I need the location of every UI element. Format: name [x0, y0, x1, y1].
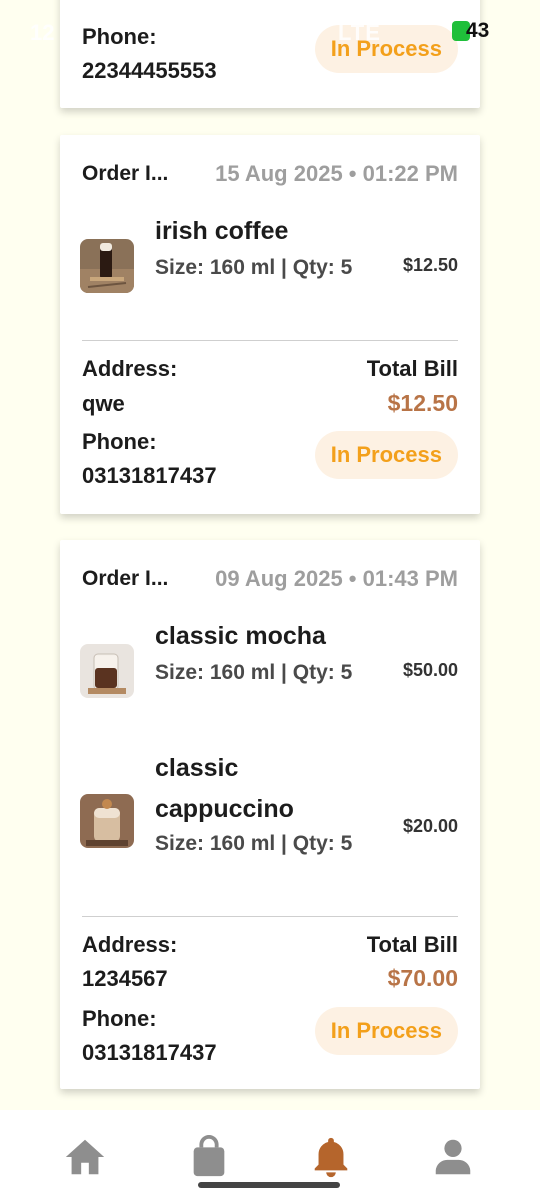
classic-cappuccino-thumbnail — [80, 794, 134, 848]
order-header: Order I... 09 Aug 2025 • 01:43 PM — [82, 566, 458, 592]
order-date: 09 Aug 2025 • 01:43 PM — [215, 566, 458, 591]
phone-label: Phone: — [82, 1006, 157, 1031]
person-icon[interactable] — [430, 1134, 476, 1180]
order-card[interactable]: Order I... 09 Aug 2025 • 01:43 PM classi… — [60, 540, 480, 1089]
phone-value: 22344455553 — [82, 58, 217, 83]
status-badge[interactable]: In Process — [314, 431, 458, 479]
status-time: 12 — [30, 20, 55, 45]
shopping-bag-icon[interactable] — [186, 1134, 232, 1180]
item-price: $20.00 — [402, 816, 458, 836]
phone-value: 03131817437 — [82, 1040, 217, 1065]
bell-icon[interactable] — [308, 1134, 354, 1180]
irish-coffee-thumbnail — [80, 239, 134, 293]
total-bill-label: Total Bill — [366, 356, 458, 381]
address-value: 1234567 — [82, 966, 168, 991]
order-item: classic cappuccino Size: 160 ml | Qty: 5… — [80, 746, 458, 896]
total-bill-value: $12.50 — [387, 390, 458, 416]
item-size-qty: Size: 160 ml | Qty: 5 — [155, 256, 353, 279]
order-id: Order I... — [82, 567, 169, 590]
item-price: $12.50 — [402, 255, 458, 275]
status-badge[interactable]: In Process — [314, 25, 458, 73]
item-price: $50.00 — [402, 660, 458, 680]
order-date: 15 Aug 2025 • 01:22 PM — [215, 161, 458, 186]
phone-value: 03131817437 — [82, 463, 217, 488]
item-size-qty: Size: 160 ml | Qty: 5 — [155, 661, 353, 684]
home-indicator[interactable] — [198, 1182, 340, 1188]
item-name: irish coffee — [155, 217, 289, 245]
order-card[interactable]: Phone: 22344455553 In Process — [60, 0, 480, 108]
order-item: irish coffee Size: 160 ml | Qty: 5 $12.5… — [80, 211, 458, 321]
total-bill-label: Total Bill — [366, 932, 458, 957]
orders-screen: 12 LTE 43 Phone: 22344455553 In Process … — [0, 0, 540, 1200]
address-value: qwe — [82, 391, 125, 416]
status-badge[interactable]: In Process — [314, 1007, 458, 1055]
item-name: classic cappuccino — [155, 754, 294, 823]
order-card[interactable]: Order I... 15 Aug 2025 • 01:22 PM irish … — [60, 135, 480, 514]
address-label: Address: — [82, 932, 178, 957]
item-name: classic mocha — [155, 622, 326, 650]
order-id: Order I... — [82, 162, 169, 185]
classic-mocha-thumbnail — [80, 644, 134, 698]
total-bill-value: $70.00 — [387, 965, 458, 991]
address-label: Address: — [82, 356, 178, 381]
order-header: Order I... 15 Aug 2025 • 01:22 PM — [82, 161, 458, 187]
phone-label: Phone: — [82, 429, 157, 454]
item-size-qty: Size: 160 ml | Qty: 5 — [155, 832, 353, 855]
phone-label: Phone: — [82, 24, 157, 49]
divider — [82, 340, 458, 341]
home-icon[interactable] — [62, 1134, 108, 1180]
order-item: classic mocha Size: 160 ml | Qty: 5 $50.… — [80, 616, 458, 726]
divider — [82, 916, 458, 917]
